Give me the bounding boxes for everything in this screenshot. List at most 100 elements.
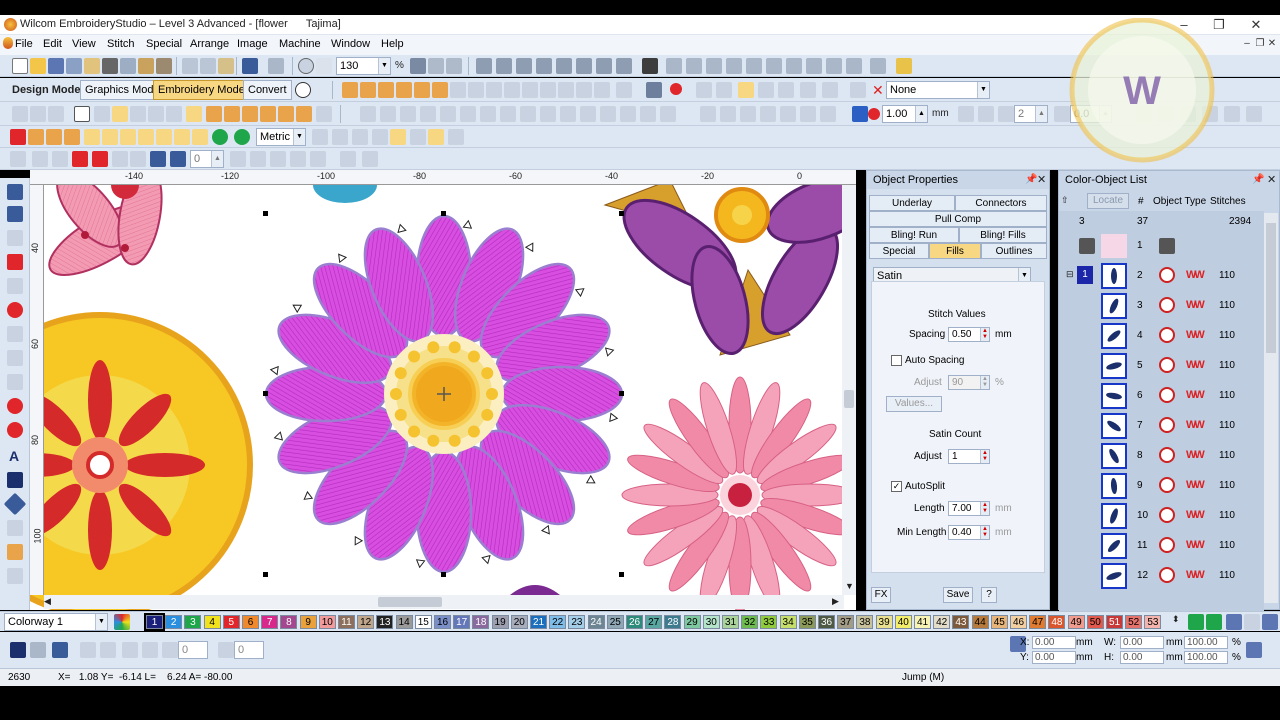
values-button[interactable]: Values... (886, 396, 942, 412)
tool-aq-icon[interactable] (166, 106, 182, 122)
transform-input[interactable]: 0 ▲ (190, 150, 224, 168)
color-chip[interactable]: 51 (1106, 615, 1123, 629)
color-chip[interactable]: 28 (664, 615, 682, 629)
tool-n-icon[interactable] (378, 82, 394, 98)
tool-ba-icon[interactable] (540, 106, 556, 122)
spin-icon[interactable]: ▲ ▼ (980, 328, 989, 341)
x-field[interactable]: 0.00 (1032, 636, 1076, 649)
zoom-fit-icon[interactable] (410, 58, 426, 74)
tool-y-icon[interactable] (576, 82, 592, 98)
chip-scroll-icon[interactable]: ⬍ (1172, 614, 1180, 625)
save-properties-button[interactable]: Save (943, 587, 973, 603)
count-input[interactable]: 2 ▲ (1014, 105, 1048, 123)
color-chip[interactable]: 10 (318, 615, 336, 629)
tool-bg-icon[interactable] (660, 106, 676, 122)
spin-icon[interactable]: ▲ ▼ (980, 450, 989, 463)
tool-e-icon[interactable] (746, 58, 762, 74)
redo-icon[interactable] (268, 58, 284, 74)
w-percent-field[interactable]: 100.00 (1184, 636, 1228, 649)
color-chip[interactable]: 4 (203, 615, 221, 629)
template-icon[interactable] (156, 58, 172, 74)
tab-bling-run[interactable]: Bling! Run (869, 227, 959, 243)
add-color-icon[interactable] (1188, 614, 1204, 630)
transform-n-icon[interactable] (310, 151, 326, 167)
tool-ac-icon[interactable] (696, 82, 712, 98)
reshape-icon[interactable] (7, 206, 23, 222)
proportion-lock-icon[interactable] (1246, 642, 1262, 658)
tab-fills[interactable]: Fills (929, 243, 981, 259)
color-chip[interactable]: 1 (144, 613, 165, 631)
transform-g-icon[interactable] (130, 151, 146, 167)
tool-ai-icon[interactable] (822, 82, 838, 98)
table-row[interactable]: 5 WW 110 (1059, 351, 1264, 381)
tool-p-icon[interactable] (414, 82, 430, 98)
run-icon[interactable] (7, 278, 23, 294)
tool-ak-icon[interactable] (30, 106, 46, 122)
table-row[interactable]: 3 WW 110 (1059, 291, 1264, 321)
color-chip[interactable]: 36 (818, 615, 835, 629)
pin-icon[interactable]: 📌 (1025, 174, 1037, 185)
tool-bb-icon[interactable] (560, 106, 576, 122)
y-field[interactable]: 0.00 (1032, 651, 1076, 664)
fill-tool-e-icon[interactable] (278, 106, 294, 122)
menu-view[interactable]: View (72, 38, 96, 50)
tool-au-icon[interactable] (420, 106, 436, 122)
color-chip[interactable]: 25 (606, 615, 624, 629)
color-chip[interactable]: 16 (434, 615, 451, 629)
color-chip[interactable]: 5 (222, 615, 240, 629)
tool-al-icon[interactable] (48, 106, 64, 122)
tool-ae-icon[interactable] (738, 82, 754, 98)
color-palette-icon[interactable] (114, 614, 130, 630)
tool-bj-icon[interactable] (740, 106, 756, 122)
new-icon[interactable] (12, 58, 28, 74)
pattern-icon[interactable] (7, 568, 23, 584)
stitch-c-icon[interactable] (46, 129, 62, 145)
transform-p-icon[interactable] (362, 151, 378, 167)
stitch-q-icon[interactable] (372, 129, 388, 145)
circle-icon[interactable] (7, 398, 23, 414)
color-chip[interactable]: 17 (453, 615, 471, 629)
horizontal-scrollbar[interactable]: ◀ ▶ (44, 595, 844, 609)
tool-aj-icon[interactable] (12, 106, 28, 122)
bottom-tool-a-icon[interactable] (10, 642, 26, 658)
transform-d-icon[interactable] (72, 151, 88, 167)
length-input[interactable]: 7.00 ▲ ▼ (948, 501, 990, 516)
tab-connectors[interactable]: Connectors (955, 195, 1047, 211)
transform-o-icon[interactable] (340, 151, 356, 167)
diamond-icon[interactable] (3, 492, 27, 516)
tool-an-icon[interactable] (112, 106, 128, 122)
move-color-icon[interactable] (1206, 614, 1222, 630)
satin-tool-icon[interactable] (186, 106, 202, 122)
tool-u-icon[interactable] (504, 82, 520, 98)
auto-spacing-checkbox[interactable] (891, 355, 902, 366)
child-close-button[interactable]: ✕ (1266, 35, 1278, 55)
tab-pull-comp[interactable]: Pull Comp (869, 211, 1047, 227)
save-as-icon[interactable] (66, 58, 82, 74)
tool-bn-icon[interactable] (820, 106, 836, 122)
menu-stitch[interactable]: Stitch (107, 38, 135, 50)
color-chip[interactable]: 44 (971, 615, 989, 629)
lettering-icon[interactable]: A (9, 448, 19, 464)
stitch-a-icon[interactable] (10, 129, 26, 145)
color-chip[interactable]: 47 (1029, 615, 1047, 629)
menu-help[interactable]: Help (381, 38, 404, 50)
color-chip[interactable]: 48 (1048, 615, 1066, 629)
pin-icon[interactable]: 📌 (1252, 174, 1264, 185)
units-select[interactable]: Metric ▼ (256, 128, 306, 146)
wave-icon[interactable] (7, 254, 23, 270)
stitch-n-icon[interactable] (312, 129, 328, 145)
tool-bc-icon[interactable] (580, 106, 596, 122)
color-chip[interactable]: 14 (395, 615, 413, 629)
spin-icon[interactable]: ▲ ▼ (980, 526, 989, 539)
thread-chart-icon[interactable] (1226, 614, 1242, 630)
tool-ab-icon[interactable] (646, 82, 662, 98)
appliqué-icon[interactable] (7, 520, 23, 536)
bottom-tool-h-icon[interactable] (162, 642, 178, 658)
tool-ar-icon[interactable] (360, 106, 376, 122)
record-icon[interactable] (670, 83, 682, 95)
print-preview-icon[interactable] (120, 58, 136, 74)
stitch-s-icon[interactable] (410, 129, 426, 145)
color-chip[interactable]: 35 (798, 615, 816, 629)
color-chip[interactable]: 6 (242, 615, 259, 629)
monitor-icon[interactable] (642, 58, 658, 74)
